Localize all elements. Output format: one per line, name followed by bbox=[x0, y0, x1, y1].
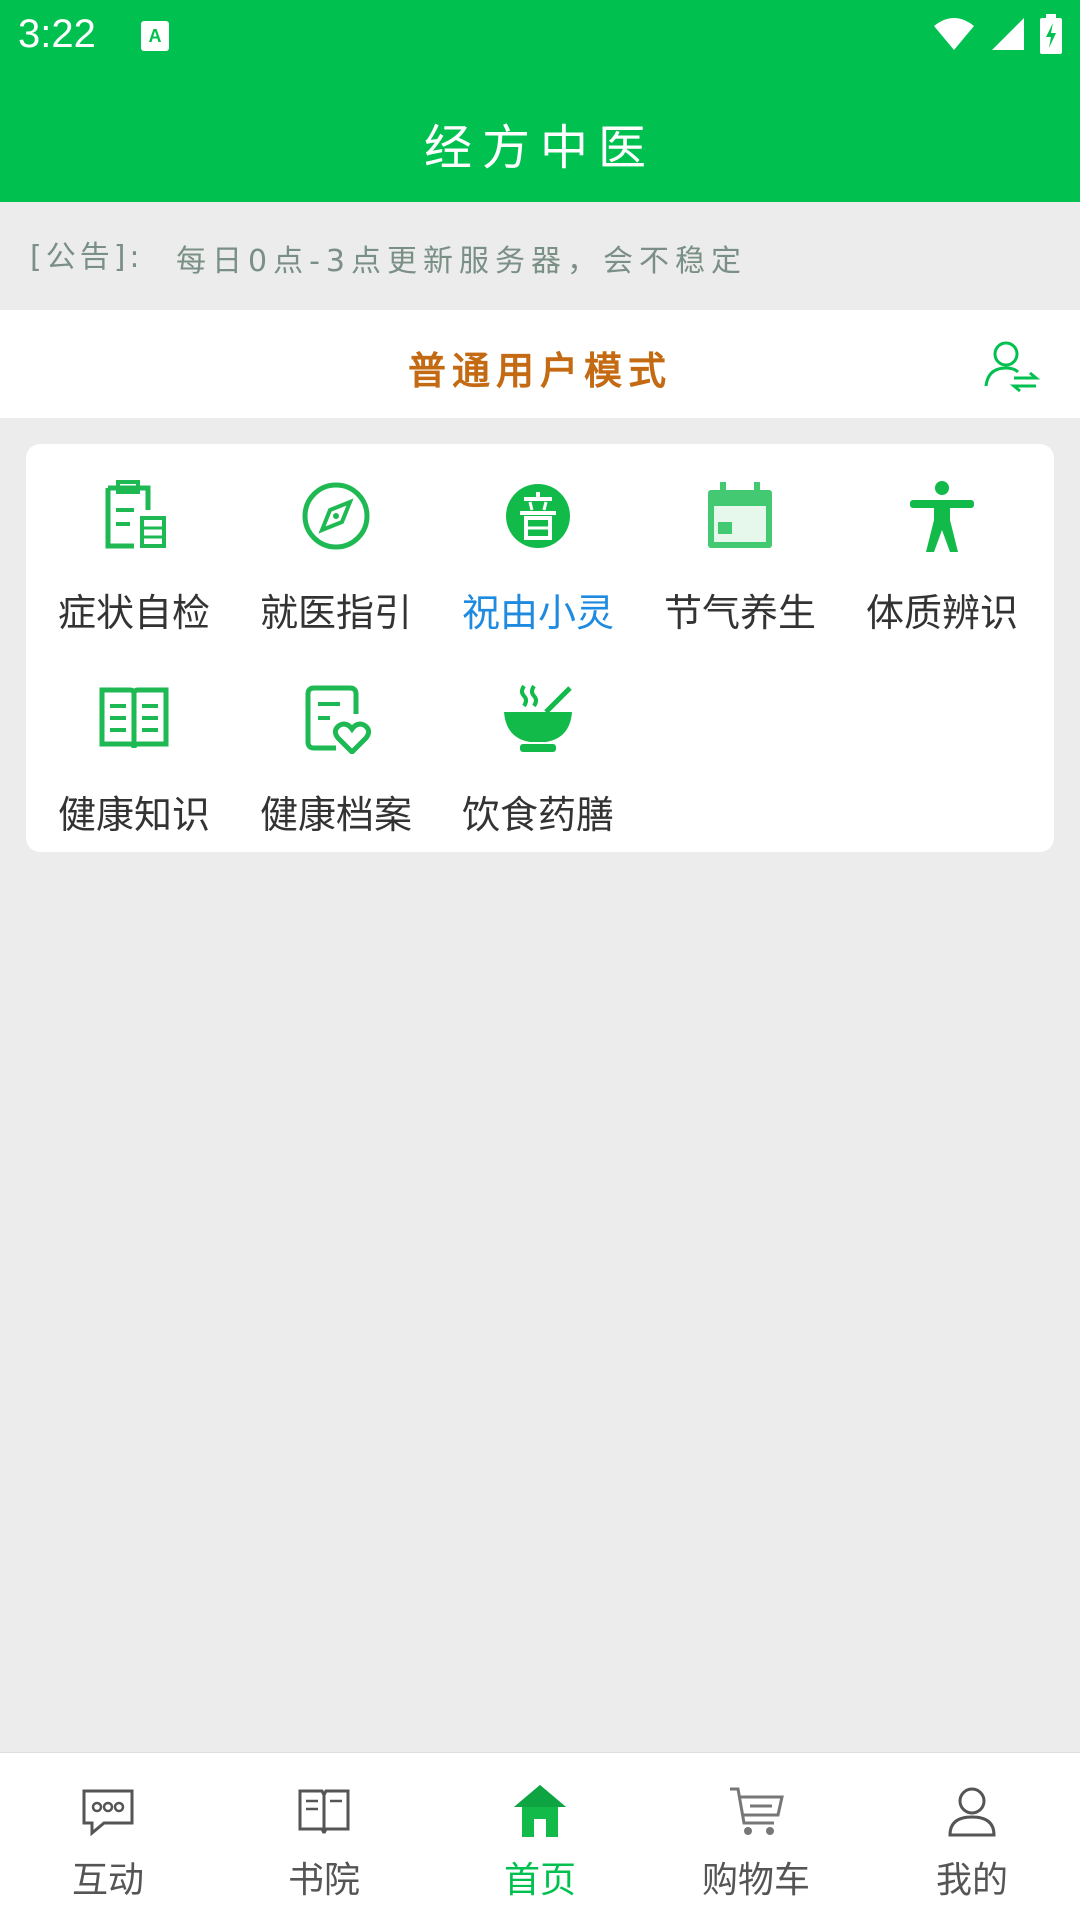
tab-interaction[interactable]: 互动 bbox=[0, 1753, 216, 1920]
bottom-tab-bar: 互动 书院 首页 购物车 我的 bbox=[0, 1752, 1080, 1920]
bowl-icon bbox=[504, 684, 572, 752]
calendar-icon bbox=[708, 482, 772, 548]
app-title: 经方中医 bbox=[423, 120, 656, 176]
tab-label: 首页 bbox=[503, 1860, 576, 1901]
keyboard-a-icon: A bbox=[141, 21, 169, 51]
menu-item-diet-therapy[interactable]: 饮食药膳 bbox=[438, 660, 638, 840]
mode-bar: 普通用户模式 bbox=[0, 310, 1080, 418]
chat-icon bbox=[82, 1789, 134, 1837]
cart-icon bbox=[730, 1787, 784, 1835]
clipboard-icon bbox=[105, 480, 166, 549]
tab-mine[interactable]: 我的 bbox=[864, 1753, 1080, 1920]
status-icons bbox=[932, 14, 1062, 54]
tab-academy[interactable]: 书院 bbox=[216, 1753, 432, 1920]
user-icon bbox=[948, 1787, 996, 1837]
app-header: 经方中医 bbox=[0, 72, 1080, 202]
health-record-icon bbox=[305, 685, 372, 754]
menu-item-label: 饮食药膳 bbox=[461, 793, 614, 837]
signal-icon bbox=[992, 18, 1024, 50]
status-time: 3:22 bbox=[18, 12, 96, 56]
menu-item-constitution[interactable]: 体质辨识 bbox=[842, 458, 1042, 638]
menu-item-solar-terms[interactable]: 节气养生 bbox=[640, 458, 840, 638]
switch-user-icon[interactable] bbox=[982, 336, 1040, 394]
menu-item-label: 体质辨识 bbox=[865, 591, 1018, 635]
tab-label: 书院 bbox=[287, 1860, 360, 1901]
menu-item-symptom-check[interactable]: 症状自检 bbox=[34, 458, 234, 638]
tab-cart[interactable]: 购物车 bbox=[648, 1753, 864, 1920]
menu-item-health-record[interactable]: 健康档案 bbox=[236, 660, 436, 840]
audio-badge-icon bbox=[506, 484, 570, 548]
menu-item-medical-guide[interactable]: 就医指引 bbox=[236, 458, 436, 638]
menu-item-label: 健康档案 bbox=[259, 793, 412, 837]
mode-title: 普通用户模式 bbox=[407, 349, 672, 393]
menu-item-label: 节气养生 bbox=[663, 591, 816, 635]
home-icon bbox=[514, 1785, 566, 1837]
tab-home[interactable]: 首页 bbox=[432, 1753, 648, 1920]
menu-item-health-knowledge[interactable]: 健康知识 bbox=[34, 660, 234, 840]
svg-text:A: A bbox=[149, 26, 162, 46]
menu-item-zhuyou-xiaoling[interactable]: 祝由小灵 bbox=[438, 458, 638, 638]
book-open-icon bbox=[298, 1789, 350, 1834]
feature-menu: 症状自检 就医指引 祝由小灵 节气养生 体质辨识 健康知识 健康档案 饮食药膳 bbox=[26, 444, 1054, 852]
notice-text: 每日0点-3点更新服务器，会不稳定 bbox=[176, 244, 747, 279]
tab-label: 互动 bbox=[71, 1860, 144, 1901]
tab-label: 购物车 bbox=[701, 1860, 810, 1901]
menu-item-label: 祝由小灵 bbox=[461, 591, 614, 635]
wifi-icon bbox=[934, 18, 974, 50]
compass-icon bbox=[302, 482, 370, 550]
tab-label: 我的 bbox=[935, 1860, 1008, 1901]
status-bar: 3:22 A bbox=[0, 0, 1080, 72]
notice-prefix: [公告]: bbox=[30, 240, 144, 275]
notice-bar: [公告]: 每日0点-3点更新服务器，会不稳定 bbox=[0, 202, 1080, 310]
person-icon bbox=[910, 481, 974, 552]
menu-item-label: 就医指引 bbox=[259, 591, 412, 635]
menu-item-label: 健康知识 bbox=[57, 793, 210, 837]
book-icon bbox=[99, 687, 169, 749]
menu-item-label: 症状自检 bbox=[57, 591, 210, 635]
battery-icon bbox=[1040, 14, 1062, 54]
